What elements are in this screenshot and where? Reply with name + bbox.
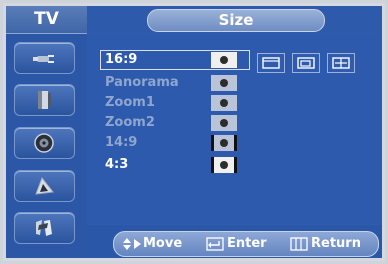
return-label: Return (311, 236, 361, 251)
size-adjust-button[interactable] (327, 53, 355, 73)
move-label: Move (143, 236, 183, 251)
move-hint: Move (122, 236, 200, 252)
wide-frame-button[interactable] (257, 53, 285, 73)
picture-display-icon (38, 91, 51, 109)
channel-satellite-icon (35, 176, 54, 195)
position-frame-button[interactable] (292, 53, 320, 73)
aspect-preview-4-3 (211, 157, 237, 173)
wide-frame-icon (262, 57, 280, 69)
sidebar-item-setup[interactable] (14, 212, 75, 244)
aspect-preview-panorama (211, 75, 237, 91)
size-menu-content: 16:9 Panorama Zoom1 Zoom2 14:9 4:3 (87, 34, 382, 224)
position-frame-icon (297, 57, 315, 69)
size-option-16-9[interactable]: 16:9 (100, 50, 250, 70)
speaker-sound-icon (34, 133, 54, 153)
button-hint-bar: Move Enter Return (87, 225, 382, 258)
menu-header: Size (87, 6, 382, 33)
menu-title: Size (147, 9, 325, 32)
menu-return-icon (290, 237, 308, 251)
aspect-preview-16-9 (211, 52, 237, 68)
sidebar-item-sound[interactable] (14, 127, 75, 159)
option-label: Panorama (105, 75, 179, 90)
option-label: 16:9 (105, 52, 138, 67)
enter-label: Enter (227, 236, 267, 251)
sidebar-item-picture[interactable] (14, 84, 75, 116)
option-label: Zoom1 (105, 95, 155, 110)
return-hint: Return (290, 236, 376, 252)
enter-hint: Enter (206, 236, 286, 252)
hint-pill: Move Enter Return (113, 231, 379, 257)
enter-icon (206, 237, 224, 251)
sidebar-item-channel[interactable] (14, 170, 75, 202)
menu-category-title: TV (6, 6, 87, 34)
aspect-preview-zoom2 (211, 115, 237, 131)
option-label: 4:3 (105, 157, 129, 172)
aspect-preview-14-9 (211, 135, 237, 151)
move-arrows-icon (123, 238, 141, 250)
aspect-preview-zoom1 (211, 95, 237, 111)
option-label: 14:9 (105, 135, 138, 150)
option-label: Zoom2 (105, 115, 155, 130)
setup-tools-icon (36, 220, 52, 236)
size-adjust-icon (332, 57, 350, 69)
sidebar (6, 34, 87, 258)
tv-osd-menu: TV Size 16:9 Panorama Zoom1 Zoom2 14:9 4… (3, 3, 385, 261)
sidebar-item-input[interactable] (14, 42, 75, 74)
antenna-plug-icon (33, 55, 54, 63)
